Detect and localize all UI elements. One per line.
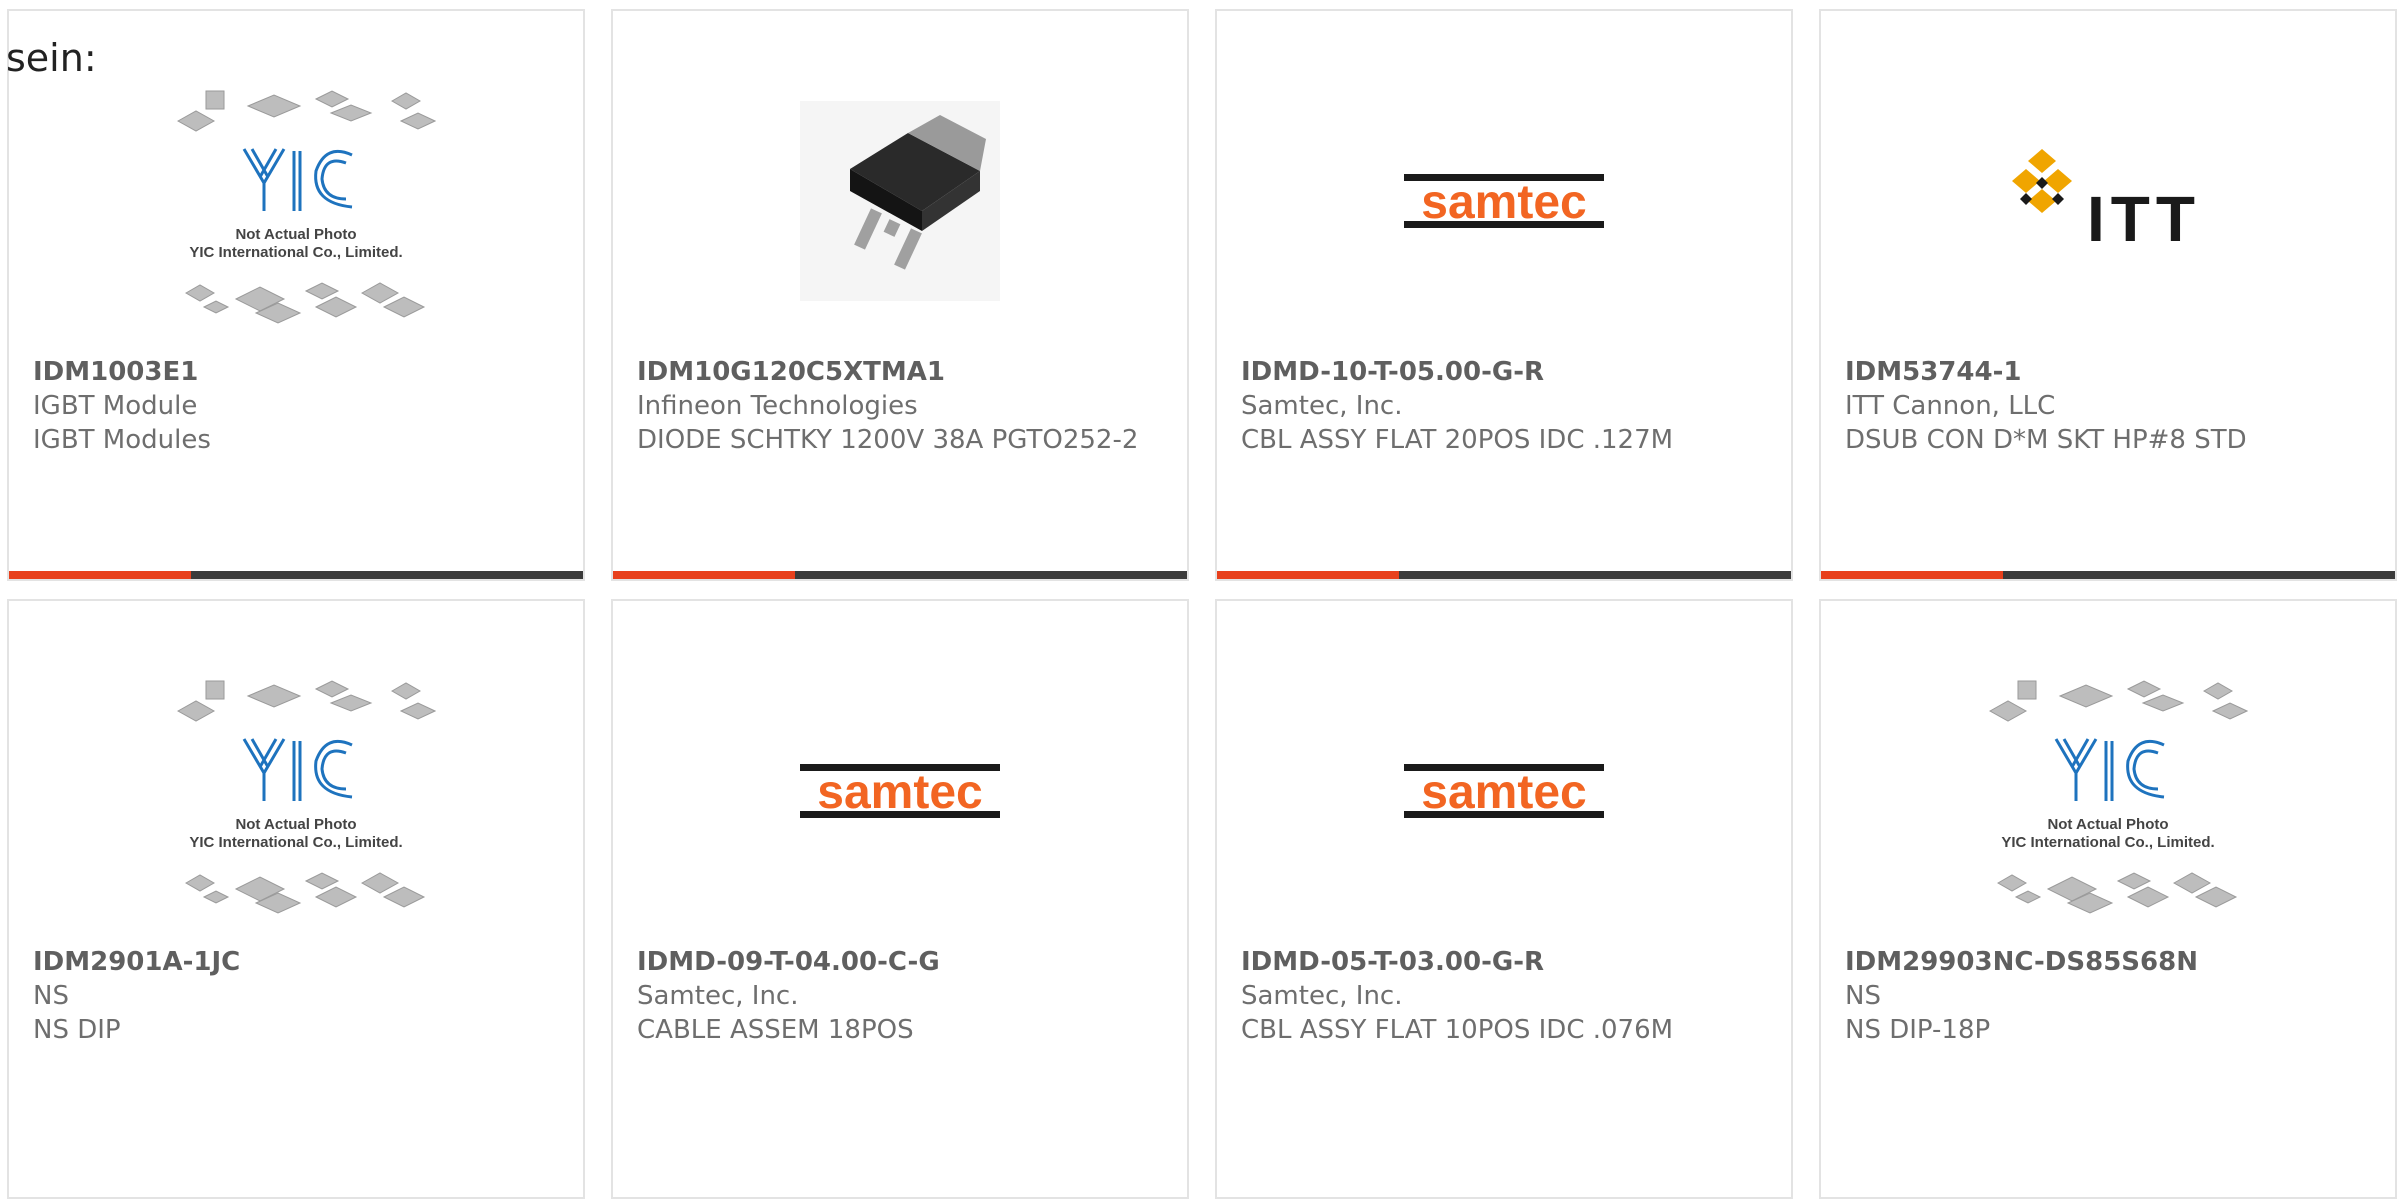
product-image[interactable]: Not Actual Photo YIC International Co., … <box>1821 641 2395 941</box>
card-bottom-bar <box>613 571 1187 579</box>
svg-text:samtec: samtec <box>1421 176 1586 229</box>
yic-placeholder-image: Not Actual Photo YIC International Co., … <box>1988 680 2248 914</box>
samtec-logo: samtec <box>1404 174 1604 229</box>
svg-text:Not Actual Photo: Not Actual Photo <box>2047 816 2168 833</box>
product-image[interactable]: ITT <box>1821 51 2395 351</box>
card-bottom-bar <box>9 571 583 579</box>
part-number[interactable]: IDMD-05-T-03.00-G-R <box>1241 945 1771 979</box>
itt-logo: ITT <box>2012 149 2201 255</box>
part-number[interactable]: IDM10G120C5XTMA1 <box>637 355 1167 389</box>
product-card[interactable]: samtec IDMD-10-T-05.00-G-R Samtec, Inc. … <box>1215 9 1793 581</box>
description: IGBT Modules <box>33 425 211 455</box>
to252-package-image <box>800 101 1000 301</box>
part-number[interactable]: IDM53744-1 <box>1845 355 2375 389</box>
product-image[interactable]: Not Actual Photo YIC International Co., … <box>9 51 583 351</box>
svg-text:ITT: ITT <box>2087 183 2201 255</box>
manufacturer: Samtec, Inc. <box>637 981 799 1011</box>
manufacturer: NS <box>33 981 69 1011</box>
product-card[interactable]: Not Actual Photo YIC International Co., … <box>1819 599 2397 1199</box>
svg-text:YIC International Co., Limited: YIC International Co., Limited. <box>189 244 402 261</box>
manufacturer: Samtec, Inc. <box>1241 391 1403 421</box>
description: DIODE SCHTKY 1200V 38A PGTO252-2 <box>637 425 1139 455</box>
product-card[interactable]: ITT IDM53744-1 ITT Cannon, LLC DSUB CON … <box>1819 9 2397 581</box>
description: CBL ASSY FLAT 10POS IDC .076M <box>1241 1015 1674 1045</box>
svg-text:Not Actual Photo: Not Actual Photo <box>235 816 356 833</box>
product-image[interactable] <box>613 51 1187 351</box>
svg-text:Not Actual Photo: Not Actual Photo <box>235 226 356 243</box>
product-card[interactable]: IDM10G120C5XTMA1 Infineon Technologies D… <box>611 9 1189 581</box>
svg-text:samtec: samtec <box>817 766 982 819</box>
description: DSUB CON D*M SKT HP#8 STD <box>1845 425 2247 455</box>
description: NS DIP <box>33 1015 121 1045</box>
part-number[interactable]: IDMD-10-T-05.00-G-R <box>1241 355 1771 389</box>
svg-text:YIC International Co., Limited: YIC International Co., Limited. <box>2001 834 2214 851</box>
product-card[interactable]: Not Actual Photo YIC International Co., … <box>7 9 585 581</box>
product-card[interactable]: samtec IDMD-09-T-04.00-C-G Samtec, Inc. … <box>611 599 1189 1199</box>
description: CBL ASSY FLAT 20POS IDC .127M <box>1241 425 1674 455</box>
part-number[interactable]: IDM1003E1 <box>33 355 563 389</box>
manufacturer: Samtec, Inc. <box>1241 981 1403 1011</box>
description: NS DIP-18P <box>1845 1015 1991 1045</box>
yic-placeholder-image: Not Actual Photo YIC International Co., … <box>176 90 436 324</box>
product-image[interactable]: samtec <box>1217 641 1791 941</box>
intro-text: sein: <box>6 36 97 80</box>
part-number[interactable]: IDM2901A-1JC <box>33 945 563 979</box>
product-card[interactable]: Not Actual Photo YIC International Co., … <box>7 599 585 1199</box>
product-card[interactable]: samtec IDMD-05-T-03.00-G-R Samtec, Inc. … <box>1215 599 1793 1199</box>
description: CABLE ASSEM 18POS <box>637 1015 914 1045</box>
product-image[interactable]: samtec <box>613 641 1187 941</box>
svg-text:YIC International Co., Limited: YIC International Co., Limited. <box>189 834 402 851</box>
card-bottom-bar <box>1821 571 2395 579</box>
manufacturer: NS <box>1845 981 1881 1011</box>
yic-placeholder-image: Not Actual Photo YIC International Co., … <box>176 680 436 914</box>
samtec-logo: samtec <box>1404 764 1604 819</box>
manufacturer: ITT Cannon, LLC <box>1845 391 2056 421</box>
samtec-logo: samtec <box>800 764 1000 819</box>
part-number[interactable]: IDM29903NC-DS85S68N <box>1845 945 2375 979</box>
product-image[interactable]: samtec <box>1217 51 1791 351</box>
manufacturer: Infineon Technologies <box>637 391 918 421</box>
part-number[interactable]: IDMD-09-T-04.00-C-G <box>637 945 1167 979</box>
manufacturer: IGBT Module <box>33 391 198 421</box>
svg-text:samtec: samtec <box>1421 766 1586 819</box>
product-image[interactable]: Not Actual Photo YIC International Co., … <box>9 641 583 941</box>
card-bottom-bar <box>1217 571 1791 579</box>
